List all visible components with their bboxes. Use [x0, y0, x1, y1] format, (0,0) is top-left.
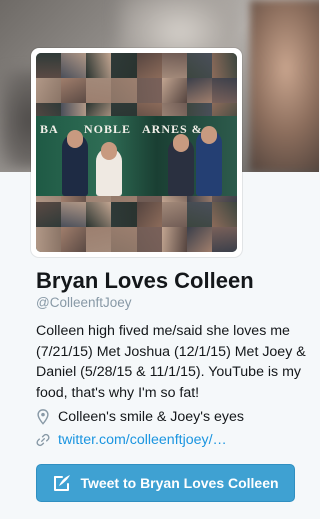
avatar-collage-tile — [86, 53, 112, 78]
avatar-collage-tile — [111, 53, 137, 78]
avatar-collage-tile — [111, 202, 137, 228]
avatar-collage-tile — [36, 202, 62, 228]
avatar-collage-tile — [111, 227, 137, 252]
avatar-collage-tile — [86, 227, 112, 252]
avatar-collage-tile — [186, 227, 212, 252]
avatar-collage-tile — [211, 53, 237, 78]
avatar-collage-tile — [161, 227, 187, 252]
compose-tweet-icon — [54, 475, 71, 491]
avatar-person-head — [67, 130, 83, 148]
avatar-collage-tile — [136, 202, 162, 228]
avatar-collage-tile — [211, 202, 237, 228]
avatar-collage-tile — [86, 202, 112, 228]
avatar-store-sign-left: BA — [40, 122, 59, 136]
profile-avatar-frame[interactable]: BA NOBLE ARNES & — [31, 48, 242, 257]
profile-url[interactable]: twitter.com/colleenftjoey/… — [36, 432, 227, 448]
avatar-person-head — [101, 142, 117, 160]
avatar-collage-tile — [136, 77, 162, 103]
avatar-person-head — [173, 134, 189, 152]
avatar-collage-tile — [36, 77, 62, 103]
avatar-collage-tile — [136, 227, 162, 252]
avatar-collage-tile — [36, 53, 62, 78]
avatar-collage-tile — [61, 227, 87, 252]
avatar-collage-tile — [111, 77, 137, 103]
avatar-collage-tile — [136, 53, 162, 78]
avatar-collage-tile — [161, 202, 187, 228]
profile-screen-name[interactable]: @ColleenftJoey — [36, 295, 132, 310]
profile-url-link[interactable]: twitter.com/colleenftjoey/… — [58, 432, 227, 448]
avatar-collage-tile — [61, 77, 87, 103]
avatar-store-sign-right: ARNES & — [142, 122, 203, 136]
map-pin-icon — [37, 409, 49, 425]
avatar-collage-tile — [211, 227, 237, 252]
avatar-collage-tile — [61, 53, 87, 78]
profile-bio: Colleen high fived me/said she loves me … — [36, 323, 306, 401]
avatar-collage-tile — [36, 227, 62, 252]
avatar-store-sign-mid: NOBLE — [84, 122, 132, 136]
avatar-collage-tile — [61, 202, 87, 228]
avatar-collage-tile — [186, 202, 212, 228]
tweet-to-button-label: Tweet to Bryan Loves Colleen — [80, 475, 279, 491]
tweet-to-button[interactable]: Tweet to Bryan Loves Colleen — [36, 464, 295, 502]
avatar-center-photo: BA NOBLE ARNES & — [36, 116, 237, 196]
avatar-collage-tile — [186, 77, 212, 103]
avatar-collage-tile — [161, 77, 187, 103]
profile-location-text: Colleen's smile & Joey's eyes — [58, 409, 244, 425]
avatar-collage-tile — [86, 77, 112, 103]
avatar-person-head — [201, 126, 217, 144]
link-icon — [36, 433, 50, 447]
avatar-collage-tile — [161, 53, 187, 78]
avatar-collage-tile — [186, 53, 212, 78]
profile-name[interactable]: Bryan Loves Colleen — [36, 268, 306, 294]
banner-face — [250, 0, 319, 172]
profile-location: Colleen's smile & Joey's eyes — [36, 409, 244, 425]
avatar-collage-tile — [211, 77, 237, 103]
